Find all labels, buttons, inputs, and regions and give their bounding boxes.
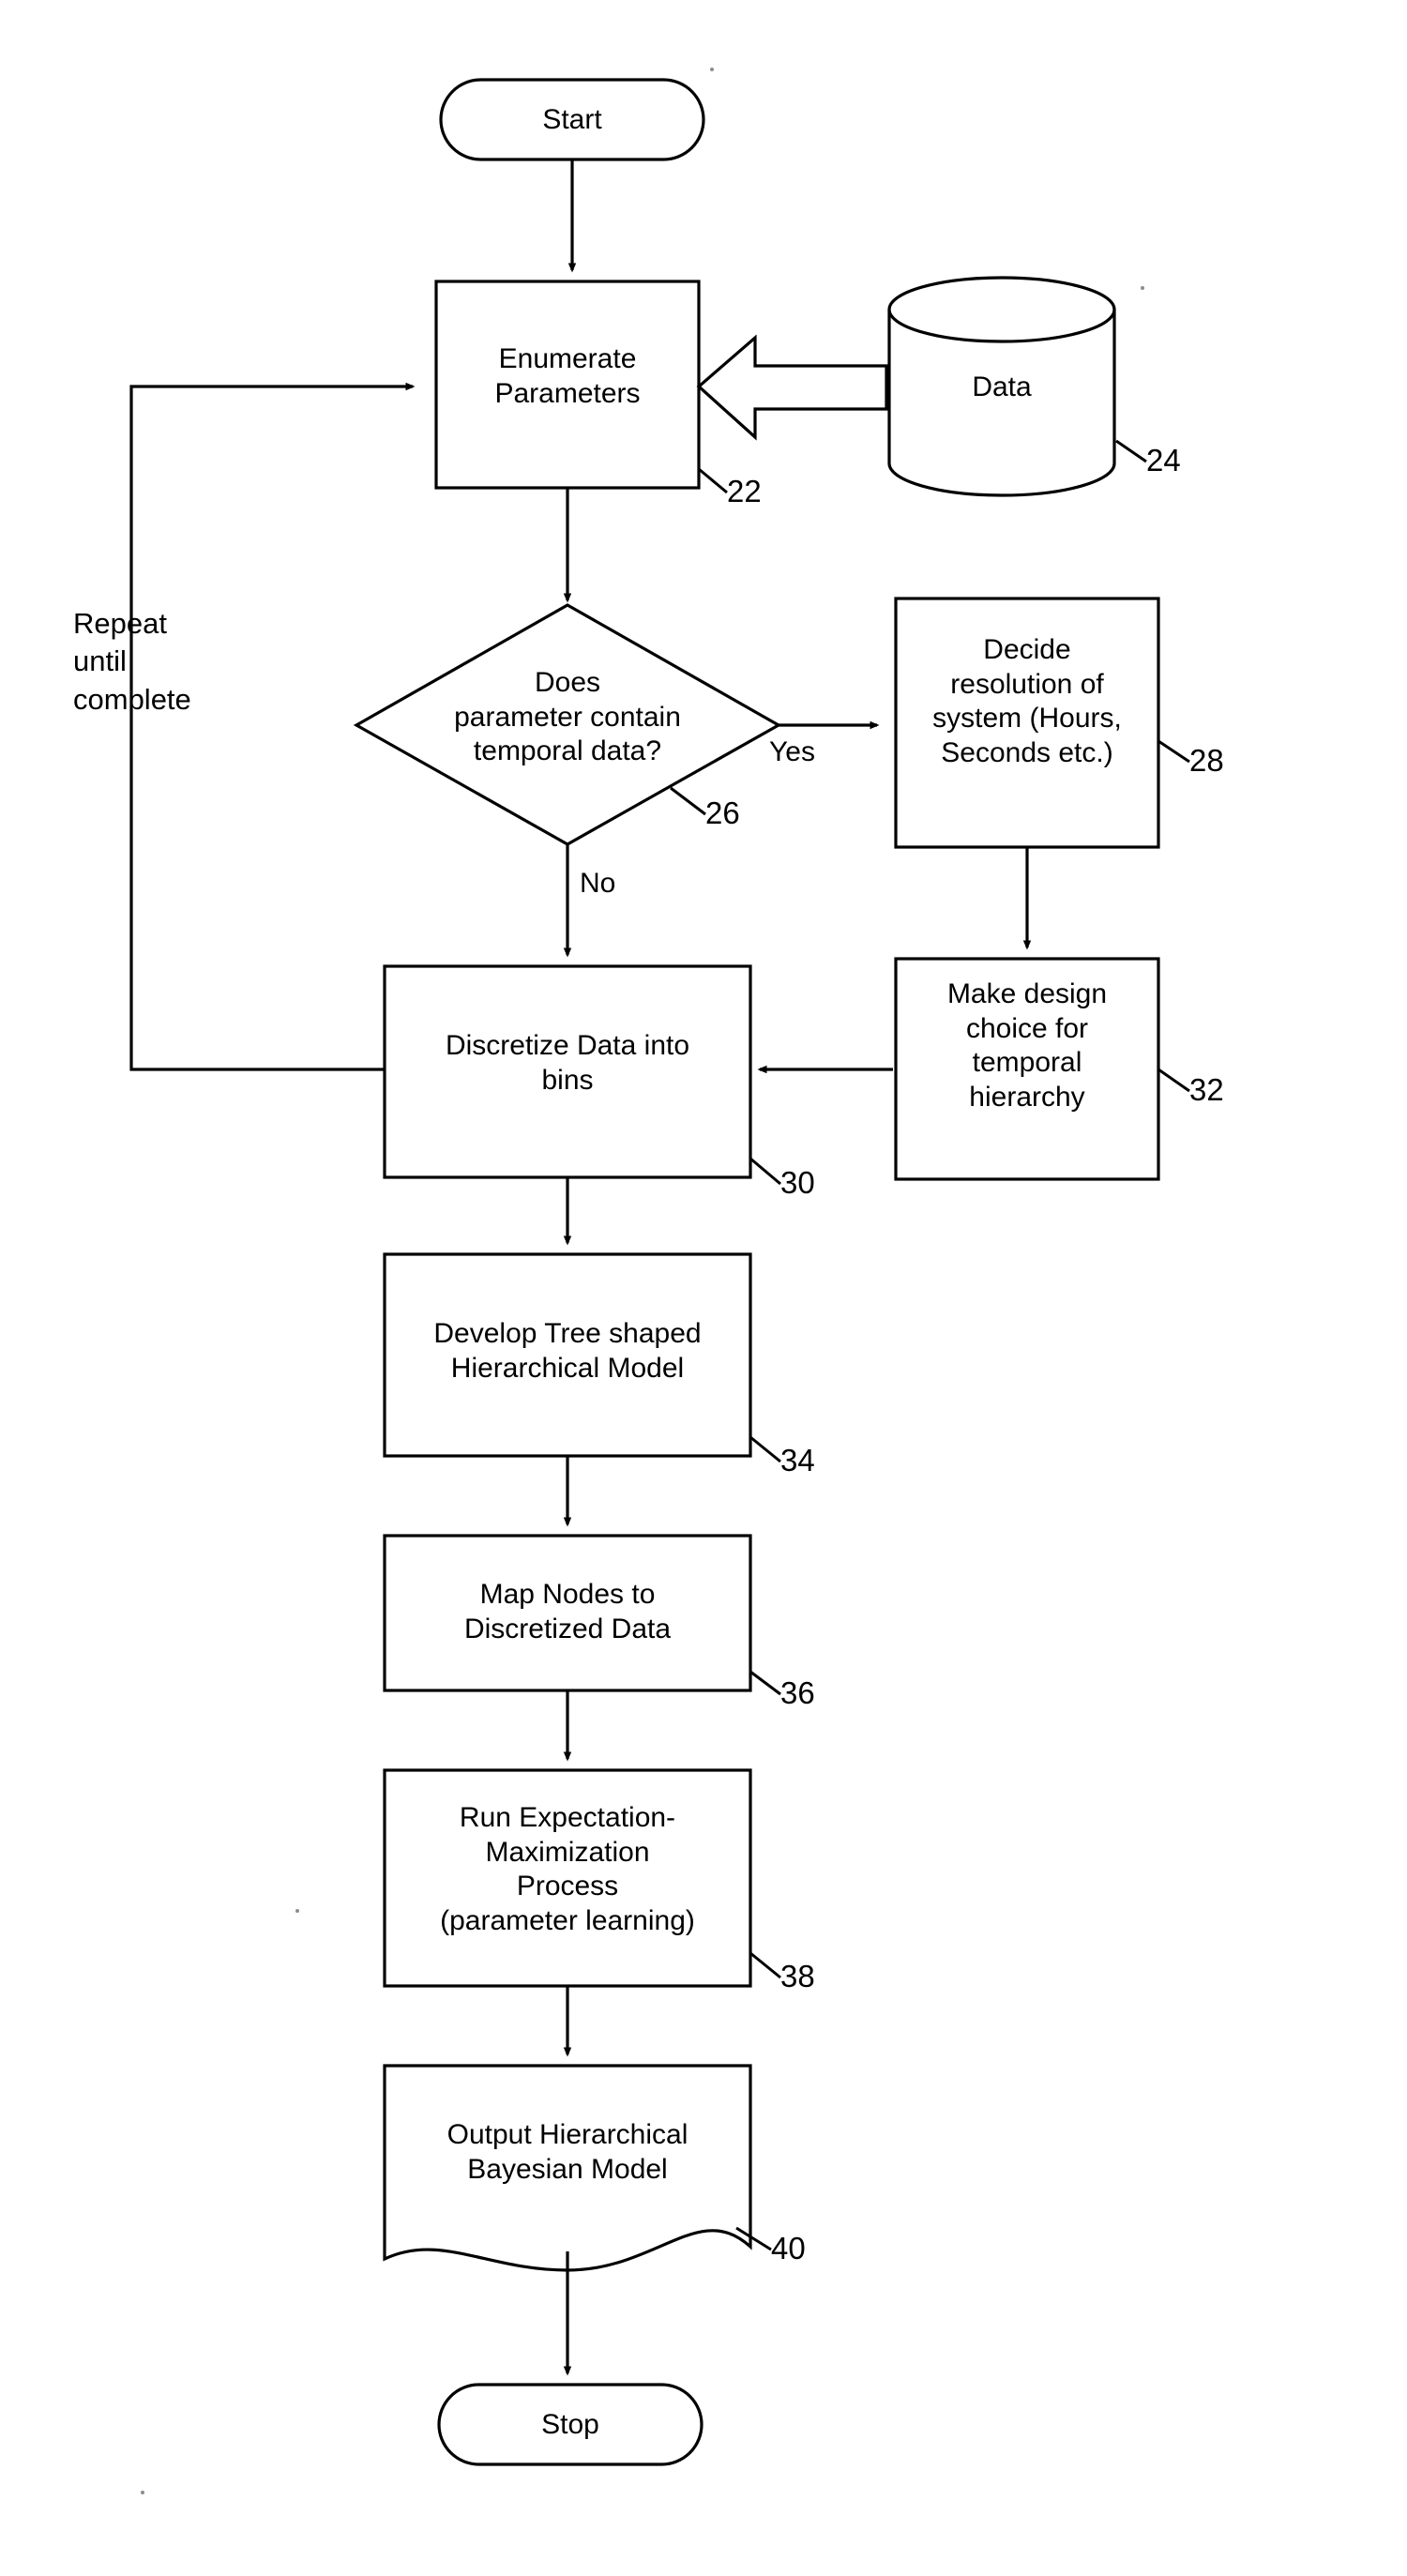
ref-number-38: 38 <box>780 1959 815 1993</box>
node-resolution-shape <box>894 597 1160 849</box>
flowchart-diagram: Start Enumerate Parameters Data Does par… <box>0 0 1407 2576</box>
node-stop-shape <box>437 2383 704 2466</box>
ref-number-26: 26 <box>705 796 740 830</box>
ref-number-24: 24 <box>1146 443 1181 477</box>
ref-leader-22 <box>698 467 728 494</box>
scan-speck <box>141 2491 144 2494</box>
node-mapnodes-shape <box>383 1534 752 1692</box>
ref-number-36: 36 <box>780 1675 815 1710</box>
annotation-repeat-until-complete: Repeat until complete <box>73 607 191 716</box>
edge-label-no: No <box>580 868 616 899</box>
edge-data-to-enumerate <box>696 334 888 441</box>
node-discretize-shape <box>383 964 752 1179</box>
ref-leader-26 <box>670 786 706 816</box>
ref-number-22: 22 <box>727 474 762 508</box>
ref-leader-32 <box>1157 1068 1190 1093</box>
ref-number-28: 28 <box>1189 743 1224 778</box>
node-data-shape <box>887 276 1116 497</box>
node-output-shape <box>383 2064 752 2272</box>
ref-number-32: 32 <box>1189 1072 1224 1107</box>
node-start-shape <box>439 78 705 161</box>
ref-leader-24 <box>1115 439 1147 463</box>
node-tree-shape <box>383 1252 752 1458</box>
scan-speck <box>1141 286 1144 290</box>
flowchart-shapes-layer <box>129 78 1190 2466</box>
ref-leader-28 <box>1157 739 1190 764</box>
scan-speck <box>295 1909 299 1913</box>
node-design-shape <box>894 957 1160 1181</box>
ref-leader-38 <box>749 1951 781 1979</box>
ref-leader-30 <box>749 1157 781 1186</box>
ref-leader-34 <box>749 1435 781 1463</box>
node-enumerate-shape <box>434 280 701 490</box>
scan-speck <box>710 68 714 71</box>
node-em-shape <box>383 1768 752 1988</box>
ref-number-40: 40 <box>771 2231 806 2265</box>
ref-number-34: 34 <box>780 1443 815 1477</box>
ref-number-30: 30 <box>780 1165 815 1200</box>
ref-leader-36 <box>749 1670 781 1696</box>
edge-label-yes: Yes <box>769 736 815 767</box>
